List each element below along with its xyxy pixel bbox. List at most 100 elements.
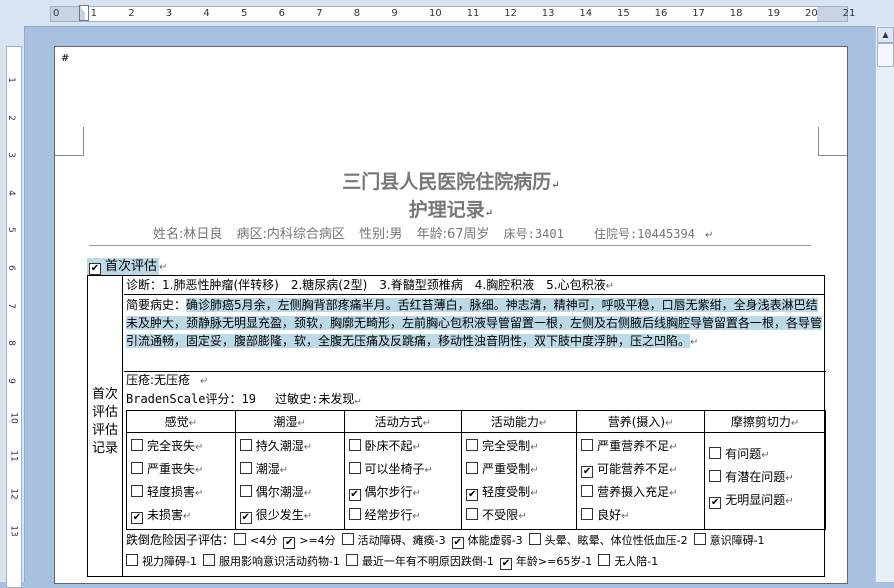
grid-option[interactable]: 营养摄入充足↵ [581,481,700,504]
unchecked-checkbox-icon[interactable] [131,439,143,451]
grid-option[interactable]: 完全受制↵ [466,435,572,458]
fall-risk-option[interactable]: 无人陪-1 [598,554,658,568]
fall-risk-option[interactable]: 活动障碍、瘫痪-3 [341,533,446,547]
unchecked-checkbox-icon[interactable] [693,533,706,545]
first-eval-checkbox[interactable]: ✔ [89,263,101,275]
grid-option[interactable]: ✔ 无明显问题↵ [709,489,821,512]
unchecked-checkbox-icon[interactable] [239,439,252,451]
unchecked-checkbox-icon[interactable] [131,462,143,474]
fall-risk-option[interactable]: 最近一年有不明原因跌倒-1 [345,554,494,568]
unchecked-checkbox-icon[interactable] [581,485,594,497]
grid-option[interactable]: 不受限↵ [466,504,572,527]
checked-checkbox-icon[interactable]: ✔ [348,489,361,501]
unchecked-checkbox-icon[interactable] [239,485,252,497]
grid-option[interactable]: 持久潮湿↵ [239,435,340,458]
unchecked-checkbox-icon[interactable] [345,554,358,566]
pressure-sore-row[interactable]: 压疮:无压疮 ↵ [124,371,824,389]
grid-option[interactable]: 经常步行↵ [348,504,458,527]
fall-risk-option[interactable]: 头晕、眩晕、体位性低血压-2 [528,533,688,547]
vruler-tick-label: 3 [5,152,16,159]
indent-marker[interactable] [79,5,89,21]
fall-risk-row-2[interactable]: 视力障碍-1 服用影响意识活动药物-1 最近一年有不明原因跌倒-1 ✔ 年龄>=65岁-… [126,551,664,572]
grid-header-label: 感觉 [164,415,189,429]
grid-option[interactable]: 严重营养不足↵ [581,435,700,458]
assessment-frame: 首次评估评估记录 诊断：1.肺恶性肿瘤(伴转移) 2.糖尿病(2型) 3.脊髓型… [87,275,826,577]
checked-checkbox-icon[interactable]: ✔ [239,512,252,524]
unchecked-checkbox-icon[interactable] [202,554,215,566]
unchecked-checkbox-icon[interactable] [131,485,143,497]
scroll-up-arrow-icon[interactable]: ▲ [877,27,894,43]
grid-option[interactable]: ✔ 可能营养不足↵ [581,458,700,481]
ruler-tick-label: 6 [278,8,285,19]
unchecked-checkbox-icon[interactable] [466,462,479,474]
grid-option[interactable]: 可以坐椅子↵ [348,458,458,481]
grid-option[interactable]: 严重受制↵ [466,458,572,481]
unchecked-checkbox-icon[interactable] [126,554,138,566]
vruler-tick-label: 10 [8,412,19,425]
unchecked-checkbox-icon[interactable] [341,533,354,545]
grid-option[interactable]: ✔ 很少发生↵ [239,504,340,527]
unchecked-checkbox-icon[interactable] [234,533,247,545]
grid-option[interactable]: 潮湿↵ [239,458,340,481]
unchecked-checkbox-icon[interactable] [466,439,479,451]
scroll-thumb[interactable] [877,43,894,67]
checked-checkbox-icon[interactable]: ✔ [709,497,722,509]
unchecked-checkbox-icon[interactable] [709,447,722,459]
horizontal-ruler[interactable]: 0 1 2 3 4 5 6 7 8 9 10 11 12 13 14 15 16 17 18 19 20 21 [0,0,894,27]
vertical-ruler[interactable]: 1 2 3 4 5 6 7 8 9 10 11 12 13 [0,26,25,588]
history-selected-text[interactable]: 确诊肺癌5月余，左侧胸背部疼痛半月。舌红苔薄白，脉细。神志清，精神可，呼吸平稳，… [126,298,823,348]
patient-age: 年龄:67周岁 [416,227,490,242]
fall-risk-option[interactable]: <4分 [234,533,277,547]
unchecked-checkbox-icon[interactable] [709,470,722,482]
fall-risk-option[interactable]: 服用影响意识活动药物-1 [202,554,340,568]
grid-option[interactable]: 严重丧失↵ [131,458,231,481]
unchecked-checkbox-icon[interactable] [348,462,361,474]
fall-risk-option[interactable]: ✔ 年龄>=65岁-1 [499,554,592,570]
grid-option[interactable]: 有问题↵ [709,443,821,466]
grid-option[interactable]: 轻度损害↵ [131,481,231,504]
unchecked-checkbox-icon[interactable] [598,554,611,566]
grid-option[interactable]: ✔ 偶尔步行↵ [348,481,458,504]
grid-option[interactable]: 卧床不起↵ [348,435,458,458]
document-page[interactable]: # 三门县人民医院住院病历↵ 护理记录↵ 姓名:林日良 病区:内科综合病区 性别… [54,46,848,584]
vruler-tick-label: 2 [5,114,16,121]
unchecked-checkbox-icon[interactable] [348,508,361,520]
first-eval-checkbox-row[interactable]: ✔ 首次评估 ↵ [87,255,167,275]
history-row[interactable]: 简要病史：确诊肺癌5月余，左侧胸背部疼痛半月。舌红苔薄白，脉细。神志清，精神可，… [124,295,826,372]
fall-risk-option[interactable]: ✔ >=4分 [283,533,336,549]
grid-option[interactable]: 偶尔潮湿↵ [239,481,340,504]
grid-option-label: 经常步行 [364,508,413,522]
unchecked-checkbox-icon[interactable] [581,439,594,451]
braden-row[interactable]: BradenScale评分：19 过敏史:未发现↵ [124,390,824,408]
vertical-scrollbar[interactable]: ▲ [875,26,894,582]
fall-risk-row-1[interactable]: 跌倒危险因子评估： <4分 ✔ >=4分 活动障碍、瘫痪-3 ✔ 体能虚弱-3 头晕、眩晕、体… [126,530,771,551]
checked-checkbox-icon[interactable]: ✔ [466,489,479,501]
vruler-tick-label: 8 [5,340,16,347]
unchecked-checkbox-icon[interactable] [466,508,479,520]
ruler-tick-label: 18 [729,8,743,19]
fall-risk-option-label: <4分 [250,534,278,547]
vruler-tick-label: 12 [8,487,19,500]
fall-risk-option[interactable]: 视力障碍-1 [126,554,197,568]
grid-option-label: 很少发生 [255,508,304,522]
patient-bed: 床号:3401 [503,227,564,241]
diagnosis-row[interactable]: 诊断：1.肺恶性肿瘤(伴转移) 2.糖尿病(2型) 3.脊髓型颈椎病 4.胸腔积… [124,276,824,295]
checked-checkbox-icon[interactable]: ✔ [581,466,594,478]
grid-option[interactable]: 有潜在问题↵ [709,466,821,489]
fall-risk-option[interactable]: 意识障碍-1 [693,533,765,547]
unchecked-checkbox-icon[interactable] [239,462,252,474]
checked-checkbox-icon[interactable]: ✔ [499,558,512,570]
checked-checkbox-icon[interactable]: ✔ [451,537,464,549]
grid-option[interactable]: ✔ 轻度受制↵ [466,481,572,504]
grid-option[interactable]: 良好↵ [581,504,700,527]
unchecked-checkbox-icon[interactable] [528,533,541,545]
grid-option[interactable]: ✔ 未损害↵ [131,504,231,527]
fall-risk-option-label: 最近一年有不明原因跌倒-1 [361,555,494,568]
fall-risk-option-label: >=4分 [299,534,336,547]
grid-option[interactable]: 完全丧失↵ [131,435,231,458]
unchecked-checkbox-icon[interactable] [348,439,361,451]
checked-checkbox-icon[interactable]: ✔ [131,512,143,524]
fall-risk-option[interactable]: ✔ 体能虚弱-3 [451,533,523,549]
unchecked-checkbox-icon[interactable] [581,508,594,520]
checked-checkbox-icon[interactable]: ✔ [283,537,296,549]
